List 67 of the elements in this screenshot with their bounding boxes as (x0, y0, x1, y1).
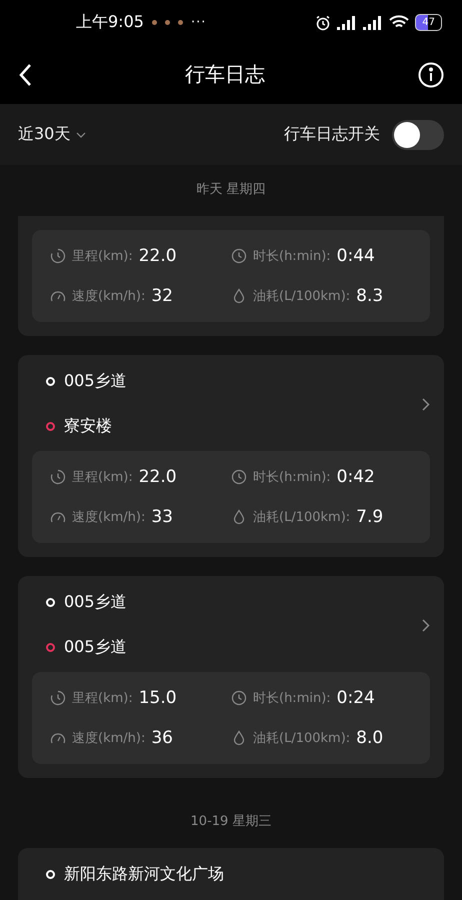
info-icon[interactable] (418, 62, 444, 88)
start-location: 005乡道 (64, 371, 127, 392)
stat-value: 36 (151, 728, 173, 748)
chevron-right-icon (422, 398, 430, 410)
stat-value: 15.0 (138, 688, 177, 708)
stat-label: 油耗(L/100km): (253, 730, 350, 747)
chevron-right-icon (422, 618, 430, 632)
stat-value: 7.9 (356, 507, 384, 527)
timer-icon (50, 248, 66, 264)
notification-icon (178, 20, 183, 25)
drop-icon (231, 730, 247, 746)
more-notifications: ··· (190, 15, 206, 30)
range-dropdown[interactable]: 近30天 (18, 124, 86, 145)
start-marker-icon (46, 598, 55, 607)
switch-label: 行车日志开关 (284, 124, 380, 145)
back-icon[interactable] (18, 62, 32, 86)
stat-label: 时长(h:min): (253, 690, 331, 707)
signal-icon (363, 16, 384, 30)
clock-icon (231, 469, 247, 485)
stat-value: 33 (151, 507, 173, 527)
wifi-icon (389, 15, 410, 30)
alarm-icon (315, 14, 332, 30)
status-time: 上午9:05 (76, 12, 144, 33)
page-title: 行车日志 (185, 61, 265, 88)
signal-icon (337, 16, 358, 30)
stat-label: 油耗(L/100km): (253, 288, 350, 305)
start-marker-icon (46, 377, 55, 386)
date-header: 昨天 星期四 (195, 181, 267, 199)
stat-value: 8.0 (356, 728, 384, 748)
trip-card[interactable]: 005乡道 寮安楼 里程(km): 22.0 时长(h:min): 0:42 速度(km/h): 33 油耗(L/100km): 7.9 (18, 355, 444, 557)
end-location: 005乡道 (64, 637, 127, 658)
start-location: 新阳东路新河文化广场 (64, 864, 224, 885)
end-marker-icon (46, 643, 55, 652)
stat-value: 0:44 (336, 246, 375, 266)
stat-label: 油耗(L/100km): (253, 509, 350, 526)
start-location: 005乡道 (64, 592, 127, 613)
notification-icon (164, 20, 170, 25)
stat-label: 速度(km/h): (72, 730, 146, 747)
drop-icon (231, 509, 247, 525)
stat-value: 32 (151, 286, 173, 306)
toggle-switch[interactable] (392, 120, 444, 150)
drop-icon (231, 288, 247, 304)
clock-icon (231, 690, 247, 706)
end-marker-icon (46, 422, 55, 431)
stat-value: 0:24 (336, 688, 375, 708)
timer-icon (50, 469, 66, 485)
stat-value: 0:42 (336, 467, 375, 487)
stat-label: 里程(km): (72, 469, 133, 486)
caret-icon (76, 132, 86, 138)
trip-card[interactable]: 005乡道 005乡道 里程(km): 15.0 时长(h:min): 0:24 速度(km/h): 36 油耗(L/100km): 8.0 (18, 576, 444, 778)
timer-icon (50, 690, 66, 706)
start-marker-icon (46, 870, 55, 879)
stat-label: 时长(h:min): (253, 248, 331, 265)
stat-label: 速度(km/h): (72, 509, 146, 526)
stat-label: 里程(km): (72, 690, 133, 707)
stat-label: 时长(h:min): (253, 469, 331, 486)
trip-card[interactable]: 新阳东路新河文化广场 (18, 848, 444, 900)
trip-card[interactable]: 里程(km): 22.0 时长(h:min): 0:44 速度(km/h): 32 油耗(L/100km): 8.3 (18, 216, 444, 336)
stat-label: 速度(km/h): (72, 288, 146, 305)
date-header: 10-19 星期三 (190, 813, 272, 831)
end-location: 寮安楼 (64, 416, 112, 437)
notification-icon (152, 20, 157, 25)
stat-value: 22.0 (138, 467, 177, 487)
stat-value: 8.3 (356, 286, 384, 306)
clock-icon (231, 248, 247, 264)
stat-value: 22.0 (138, 246, 177, 266)
stat-label: 里程(km): (72, 248, 133, 265)
